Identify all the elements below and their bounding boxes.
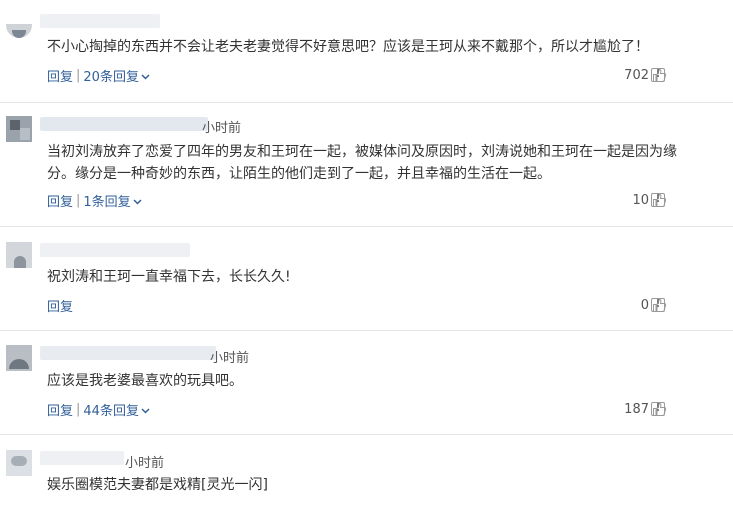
reply-link[interactable]: 回复 bbox=[47, 400, 73, 419]
username-blurred bbox=[40, 451, 124, 465]
username-blurred bbox=[40, 243, 190, 257]
replies-count-label: 20条回复 bbox=[83, 69, 139, 85]
comment-text: 当初刘涛放弃了恋爱了四年的男友和王珂在一起，被媒体问及原因时，刘涛说她和王珂在一… bbox=[47, 144, 677, 182]
like-count: 0 bbox=[640, 297, 649, 313]
comment-time: 小时前 bbox=[125, 456, 165, 471]
view-replies-link[interactable]: 1条回复 bbox=[83, 191, 142, 210]
chevron-down-icon bbox=[133, 197, 142, 208]
divider bbox=[0, 226, 733, 227]
report-icon[interactable] bbox=[651, 192, 665, 207]
report-icon[interactable] bbox=[651, 401, 665, 416]
divider bbox=[0, 330, 733, 331]
replies-count-label: 1条回复 bbox=[83, 194, 131, 210]
separator: | bbox=[76, 401, 81, 417]
separator: | bbox=[76, 67, 81, 83]
comment-text: 娱乐圈模范夫妻都是戏精[灵光一闪] bbox=[47, 477, 268, 493]
comment-actions: 回复 | 44条回复 bbox=[47, 400, 150, 419]
comment-text: 应该是我老婆最喜欢的玩具吧。 bbox=[47, 373, 243, 389]
username-blurred bbox=[40, 14, 160, 28]
divider bbox=[0, 102, 733, 103]
reply-link[interactable]: 回复 bbox=[47, 296, 73, 315]
like-count: 702 bbox=[624, 67, 649, 83]
comment-actions: 回复 bbox=[47, 296, 73, 315]
comment-actions: 回复 | 1条回复 bbox=[47, 191, 142, 210]
chevron-down-icon bbox=[141, 72, 150, 83]
view-replies-link[interactable]: 44条回复 bbox=[83, 400, 150, 419]
divider bbox=[0, 434, 733, 435]
report-icon[interactable] bbox=[651, 67, 665, 82]
like-count: 187 bbox=[624, 401, 649, 417]
avatar[interactable] bbox=[6, 450, 32, 476]
comment-actions: 回复 | 20条回复 bbox=[47, 66, 150, 85]
like-count: 10 bbox=[632, 192, 649, 208]
username-blurred bbox=[40, 117, 208, 131]
reply-link[interactable]: 回复 bbox=[47, 66, 73, 85]
reply-link[interactable]: 回复 bbox=[47, 191, 73, 210]
comment-text: 祝刘涛和王珂一直幸福下去，长长久久! bbox=[47, 269, 291, 285]
view-replies-link[interactable]: 20条回复 bbox=[83, 66, 150, 85]
avatar[interactable] bbox=[6, 345, 32, 371]
username-blurred bbox=[40, 346, 216, 360]
avatar[interactable] bbox=[6, 24, 32, 38]
chevron-down-icon bbox=[141, 406, 150, 417]
avatar[interactable] bbox=[6, 242, 32, 268]
comment-time: 小时前 bbox=[202, 121, 242, 136]
replies-count-label: 44条回复 bbox=[83, 403, 139, 419]
separator: | bbox=[76, 192, 81, 208]
report-icon[interactable] bbox=[651, 297, 665, 312]
avatar[interactable] bbox=[6, 116, 32, 142]
comment-text: 不小心掏掉的东西并不会让老夫老妻觉得不好意思吧？应该是王珂从来不戴那个，所以才尴… bbox=[47, 39, 649, 55]
comment-time: 小时前 bbox=[210, 351, 250, 366]
